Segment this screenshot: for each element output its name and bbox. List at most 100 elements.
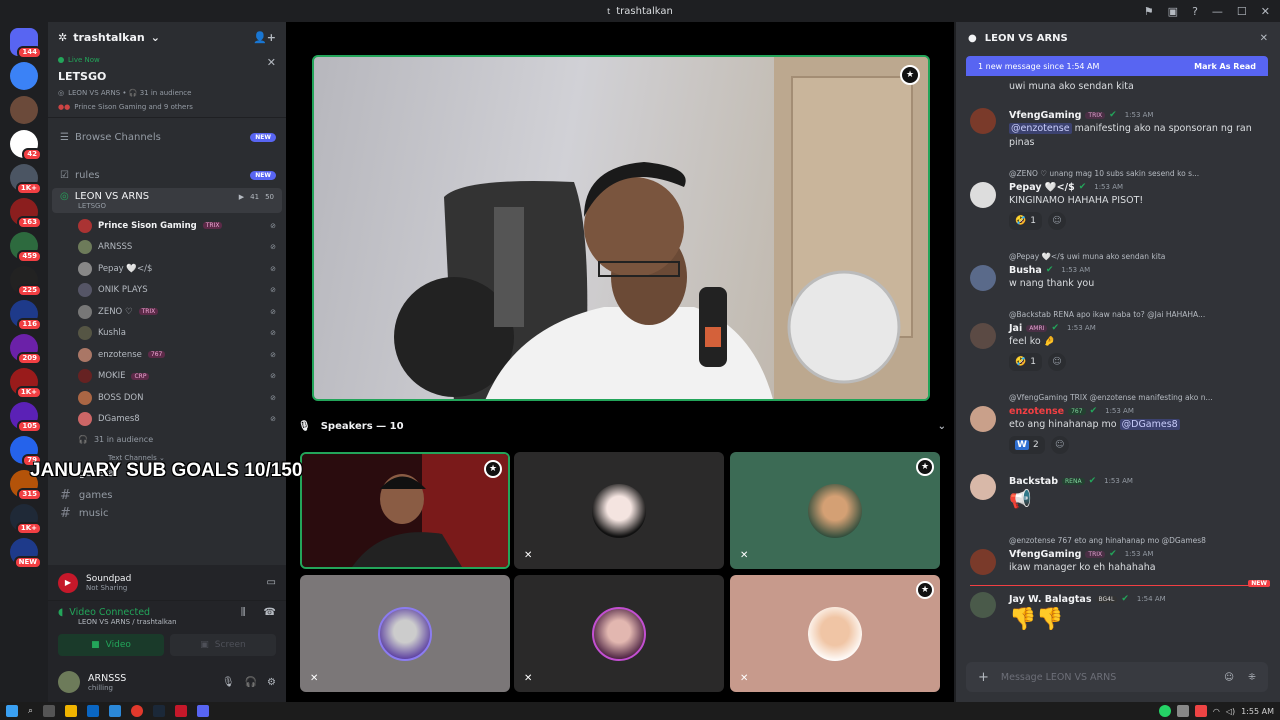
video-button[interactable]: ■ Video bbox=[58, 634, 164, 656]
author-name[interactable]: Jai bbox=[1009, 323, 1022, 334]
screen-icon[interactable]: ▣ bbox=[1168, 5, 1178, 18]
add-attachment-icon[interactable]: + bbox=[978, 670, 989, 685]
screen-share-icon[interactable]: ▭ bbox=[267, 577, 276, 588]
speaker-tile[interactable]: ✕ bbox=[300, 575, 510, 692]
invite-icon[interactable]: 👤+ bbox=[253, 31, 276, 44]
author-name[interactable]: VfengGaming bbox=[1009, 549, 1081, 560]
voice-member[interactable]: MOKIE CRP ⊘ bbox=[48, 366, 286, 388]
close-icon[interactable]: ✕ bbox=[1260, 33, 1268, 44]
avatar[interactable] bbox=[970, 549, 996, 575]
edge-icon[interactable] bbox=[109, 705, 122, 717]
reply-preview[interactable]: @enzotense 767 eto ang hinahanap mo @DGa… bbox=[1009, 533, 1270, 547]
author-name[interactable]: Backstab bbox=[1009, 476, 1058, 487]
voice-member[interactable]: Pepay 🤍</$ ⊘ bbox=[48, 258, 286, 280]
outlook-icon[interactable] bbox=[87, 705, 100, 717]
clock[interactable]: 1:55 AM bbox=[1241, 707, 1274, 716]
server-icon[interactable]: 225 bbox=[10, 266, 42, 297]
voice-channel-active[interactable]: ◎ LEON VS ARNS ▶ 41 50 LETSGO bbox=[52, 188, 282, 213]
noise-suppression-icon[interactable]: ⫼ bbox=[241, 607, 246, 618]
minimize-button[interactable]: — bbox=[1212, 5, 1223, 18]
voice-member[interactable]: DGames8 ⊘ bbox=[48, 409, 286, 431]
reply-preview[interactable]: @VfengGaming TRIX @enzotense manifesting… bbox=[1009, 390, 1270, 404]
close-window-button[interactable]: ✕ bbox=[1261, 5, 1270, 18]
avatar[interactable] bbox=[970, 406, 996, 432]
mark-as-read-button[interactable]: Mark As Read bbox=[1194, 62, 1256, 71]
server-icon[interactable]: 163 bbox=[10, 198, 42, 229]
disconnect-icon[interactable]: ☎ bbox=[264, 607, 276, 618]
reaction[interactable]: 🤣 1 bbox=[1009, 212, 1042, 230]
task-view-icon[interactable] bbox=[43, 705, 56, 717]
tray-icon[interactable] bbox=[1194, 705, 1207, 717]
avatar[interactable] bbox=[970, 592, 996, 618]
soundpad-taskbar-icon[interactable] bbox=[175, 705, 188, 717]
author-name[interactable]: Pepay 🤍</$ bbox=[1009, 182, 1075, 193]
star-icon[interactable]: ★ bbox=[484, 460, 502, 478]
server-icon[interactable]: 42 bbox=[10, 130, 42, 161]
wifi-icon[interactable]: ◠ bbox=[1213, 707, 1220, 716]
voice-member[interactable]: BOSS DON ⊘ bbox=[48, 387, 286, 409]
add-reaction-icon[interactable]: ☺ bbox=[1047, 212, 1066, 230]
voice-member[interactable]: ONIK PLAYS ⊘ bbox=[48, 280, 286, 302]
server-icon[interactable]: 144 bbox=[10, 28, 42, 59]
reaction[interactable]: W2 bbox=[1009, 436, 1045, 454]
add-reaction-icon[interactable]: ☺ bbox=[1047, 353, 1066, 371]
audience-row[interactable]: 🎧 31 in audience bbox=[48, 430, 286, 448]
file-explorer-icon[interactable] bbox=[65, 705, 78, 717]
maximize-button[interactable]: ☐ bbox=[1237, 5, 1247, 18]
channel-games[interactable]: # games bbox=[48, 484, 286, 506]
chrome-icon[interactable] bbox=[131, 705, 144, 717]
voice-status[interactable]: Video Connected bbox=[69, 607, 150, 618]
apps-icon[interactable]: ⁜ bbox=[1248, 672, 1256, 683]
screen-button[interactable]: ▣ Screen bbox=[170, 634, 276, 656]
add-reaction-icon[interactable]: ☺ bbox=[1050, 436, 1069, 454]
speaker-tile[interactable]: ★ bbox=[300, 452, 510, 569]
channel-rules[interactable]: ☑ rules NEW bbox=[48, 164, 286, 186]
main-video-tile[interactable]: ★ bbox=[312, 55, 930, 401]
speaker-tile[interactable]: ✕ bbox=[514, 452, 724, 569]
server-icon[interactable]: 1K+ bbox=[10, 164, 42, 195]
close-icon[interactable]: ✕ bbox=[267, 56, 276, 69]
gear-icon[interactable]: ⚙ bbox=[267, 677, 276, 688]
voice-member[interactable]: enzotense 767 ⊘ bbox=[48, 344, 286, 366]
headphones-icon[interactable]: 🎧 bbox=[245, 677, 257, 688]
star-icon[interactable]: ★ bbox=[916, 458, 934, 476]
windows-start-icon[interactable] bbox=[6, 705, 18, 717]
message-input[interactable]: + Message LEON VS ARNS ☺ ⁜ bbox=[966, 662, 1268, 692]
server-icon[interactable]: 105 bbox=[10, 402, 42, 433]
author-name[interactable]: enzotense bbox=[1009, 406, 1064, 417]
speaker-tile[interactable]: ✕ ★ bbox=[730, 452, 940, 569]
channel-music[interactable]: # music bbox=[48, 506, 286, 520]
mention[interactable]: @DGames8 bbox=[1119, 419, 1180, 430]
reaction[interactable]: 🤣 1 bbox=[1009, 353, 1042, 371]
server-icon[interactable]: 1K+ bbox=[10, 504, 42, 535]
avatar[interactable] bbox=[970, 323, 996, 349]
reply-preview[interactable]: @ZENO ♡ unang mag 10 subs sakin sesend k… bbox=[1009, 166, 1270, 180]
avatar[interactable] bbox=[58, 671, 80, 693]
star-icon[interactable]: ★ bbox=[916, 581, 934, 599]
server-icon[interactable]: 209 bbox=[10, 334, 42, 365]
volume-icon[interactable]: ◁) bbox=[1226, 707, 1235, 716]
author-name[interactable]: VfengGaming bbox=[1009, 110, 1081, 121]
new-messages-banner[interactable]: 1 new message since 1:54 AM Mark As Read bbox=[966, 56, 1268, 76]
avatar[interactable] bbox=[970, 265, 996, 291]
voice-member[interactable]: Kushla ⊘ bbox=[48, 323, 286, 345]
avatar[interactable] bbox=[970, 108, 996, 134]
server-icon[interactable]: 116 bbox=[10, 300, 42, 331]
browse-channels[interactable]: ☰ Browse Channels NEW bbox=[48, 126, 286, 148]
tray-icon[interactable] bbox=[1176, 705, 1189, 717]
guild-header[interactable]: ✲ trashtalkan ⌄ 👤+ bbox=[48, 22, 286, 52]
help-icon[interactable]: ? bbox=[1192, 5, 1198, 18]
search-icon[interactable]: ⌕ bbox=[28, 706, 33, 716]
reply-preview[interactable]: @Pepay 🤍</$ uwi muna ako sendan kita bbox=[1009, 249, 1270, 263]
star-icon[interactable]: ★ bbox=[900, 65, 920, 85]
author-name[interactable]: Busha bbox=[1009, 265, 1042, 276]
discord-icon[interactable] bbox=[197, 705, 210, 717]
steam-icon[interactable] bbox=[153, 705, 166, 717]
mention[interactable]: @enzotense bbox=[1009, 123, 1072, 134]
whatsapp-icon[interactable] bbox=[1158, 705, 1171, 717]
live-stage-card[interactable]: Live Now LETSGO ◎ LEON VS ARNS • 🎧 31 in … bbox=[48, 52, 286, 118]
soundpad-activity[interactable]: ▶ Soundpad Not Sharing ▭ bbox=[48, 565, 286, 601]
voice-member[interactable]: ZENO ♡ TRIX ⊘ bbox=[48, 301, 286, 323]
author-name[interactable]: Jay W. Balagtas bbox=[1009, 594, 1092, 605]
inbox-icon[interactable]: ⚑ bbox=[1144, 5, 1154, 18]
